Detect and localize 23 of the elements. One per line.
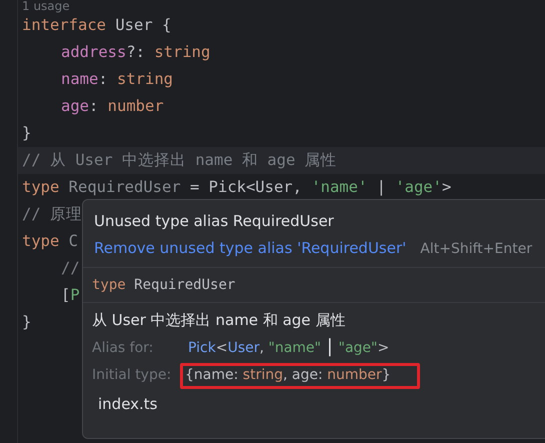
code-line: type C [22,231,78,252]
alias-value: Pick<User, "name" | "age"> [188,336,390,357]
alias-label: Alias for: [92,340,154,356]
code-line: } [22,123,32,144]
initial-type-label: Initial type: [92,367,172,383]
code-line: name: string [60,69,173,90]
code-line: // [60,258,80,279]
initial-type-value: {name: string, age: number} [180,363,420,389]
doc-comment: 从 User 中选择出 name 和 age 属性 [92,311,346,330]
code-line: interface User { [22,15,172,36]
code-line: // 原理 [22,204,82,225]
code-line: address?: string [60,42,210,63]
usage-hint[interactable]: 1 usage [18,0,545,14]
code-line: // 从 User 中选择出 name 和 age 属性 [22,150,337,171]
declaration-signature: type RequiredUser [83,268,545,303]
code-line: [P [60,285,80,306]
code-line: } [22,312,32,333]
code-line: age: number [60,96,164,117]
code-line: type RequiredUser = Pick<User, 'name' | 'age'> [22,177,452,198]
file-name[interactable]: index.ts [92,395,545,413]
quick-fix-link[interactable]: Remove unused type alias 'RequiredUser' [94,239,406,257]
shortcut-hint: Alt+Shift+Enter [420,241,532,257]
problem-message: Unused type alias RequiredUser [94,212,335,230]
